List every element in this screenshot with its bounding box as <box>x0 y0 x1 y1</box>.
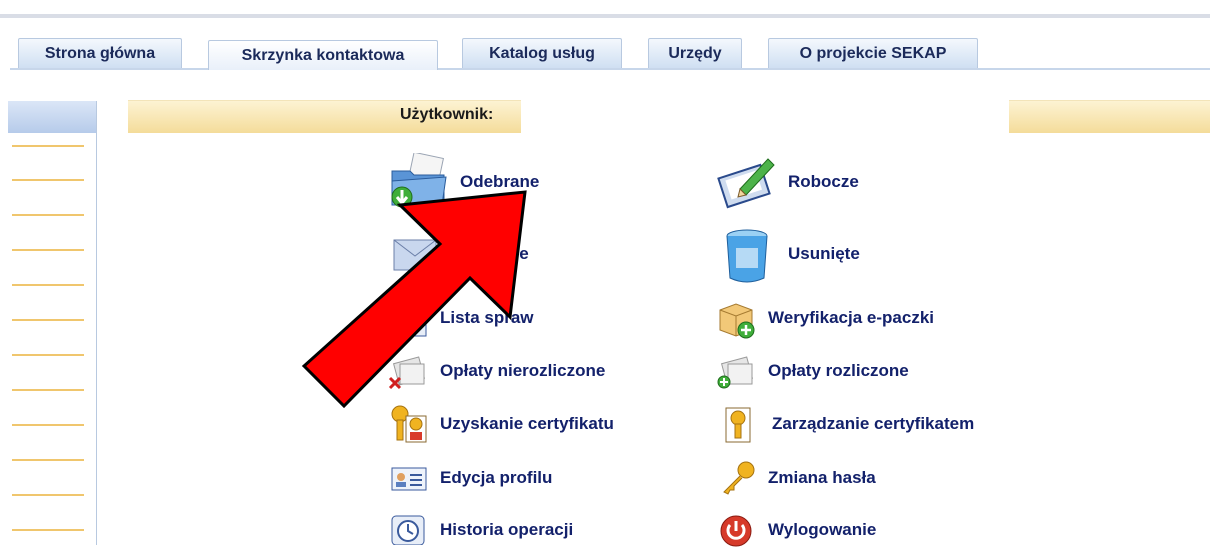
menu-label: Weryfikacja e-paczki <box>768 308 934 327</box>
menu-label: Odebrane <box>460 172 540 191</box>
sidebar-item[interactable] <box>12 214 84 216</box>
draft-pen-icon <box>717 158 775 209</box>
profile-card-icon <box>391 467 427 491</box>
sidebar-item[interactable] <box>12 354 84 356</box>
sidebar-item[interactable] <box>12 145 84 147</box>
menu-label: Opłaty rozliczone <box>768 361 909 380</box>
package-verify-icon <box>719 303 755 339</box>
tabs-baseline <box>10 68 1210 70</box>
sidebar-item[interactable] <box>12 424 84 426</box>
inbox-folder-icon <box>391 153 447 208</box>
trash-bin-icon <box>726 229 768 283</box>
sidebar-item[interactable] <box>12 319 84 321</box>
menu-historia-operacji[interactable]: Historia operacji <box>388 512 608 545</box>
menu-label: Edycja profilu <box>440 468 553 487</box>
tab-strona-glowna[interactable]: Strona główna <box>18 38 182 68</box>
menu-wylogowanie[interactable]: Wylogowanie <box>716 512 916 547</box>
user-label: Użytkownik: <box>400 106 494 123</box>
sidebar-item[interactable] <box>12 529 84 531</box>
menu-oplaty-nierozliczone[interactable]: Opłaty nierozliczone <box>388 354 648 390</box>
menu-label: Zarządzanie certyfikatem <box>772 414 975 433</box>
sidebar-header <box>8 101 96 133</box>
tab-katalog-uslug[interactable]: Katalog usług <box>462 38 622 68</box>
menu-label: Zmiana hasła <box>768 468 876 487</box>
menu-oplaty-rozliczone[interactable]: Opłaty rozliczone <box>716 354 956 390</box>
menu-usuniete[interactable]: Usunięte <box>716 228 906 284</box>
menu-label: Opłaty nierozliczone <box>440 361 606 380</box>
menu-label: Usunięte <box>788 244 860 263</box>
menu-lista-spraw[interactable]: Lista spraw <box>388 298 578 338</box>
key-icon <box>723 461 755 495</box>
top-rule <box>0 14 1210 18</box>
menu-zmiana-hasla[interactable]: Zmiana hasła <box>716 460 926 496</box>
menu-odebrane[interactable]: Odebrane <box>388 153 578 213</box>
tab-skrzynka-kontaktowa[interactable]: Skrzynka kontaktowa <box>208 40 438 70</box>
menu-label: Wysłane <box>460 244 529 263</box>
tab-urzedy[interactable]: Urzędy <box>648 38 742 68</box>
power-icon <box>720 515 752 547</box>
sidebar-item[interactable] <box>12 249 84 251</box>
menu-label: Uzyskanie certyfikatu <box>440 414 614 433</box>
sidebar-item[interactable] <box>12 179 84 181</box>
menu-label: Lista spraw <box>440 308 534 327</box>
envelope-sent-icon <box>393 239 437 271</box>
clock-history-icon <box>391 515 425 545</box>
menu-zarzadzanie-certyfikatem[interactable]: Zarządzanie certyfikatem <box>716 404 1016 446</box>
menu-robocze[interactable]: Robocze <box>716 153 906 213</box>
sidebar-item[interactable] <box>12 459 84 461</box>
list-icon <box>393 305 427 337</box>
unsettled-fee-icon <box>388 356 426 390</box>
menu-label: Wylogowanie <box>768 520 877 539</box>
annotation-arrow-icon <box>301 190 527 409</box>
menu-label: Robocze <box>788 172 859 191</box>
tab-o-projekcie[interactable]: O projekcie SEKAP <box>768 38 978 68</box>
menu-edycja-profilu[interactable]: Edycja profilu <box>388 460 598 496</box>
menu-label: Historia operacji <box>440 520 574 539</box>
sidebar-item[interactable] <box>12 389 84 391</box>
sidebar-item[interactable] <box>12 284 84 286</box>
certificate-key-icon <box>725 407 751 443</box>
user-bar-gap <box>521 100 1009 133</box>
sidebar <box>8 101 97 545</box>
menu-uzyskanie-certyfikatu[interactable]: Uzyskanie certyfikatu <box>388 404 658 444</box>
sidebar-item[interactable] <box>12 494 84 496</box>
menu-weryfikacja-e-paczki[interactable]: Weryfikacja e-paczki <box>716 298 976 340</box>
certificate-keys-icon <box>391 405 427 443</box>
settled-fee-icon <box>717 356 754 389</box>
menu-wyslane[interactable]: Wysłane <box>388 228 578 280</box>
